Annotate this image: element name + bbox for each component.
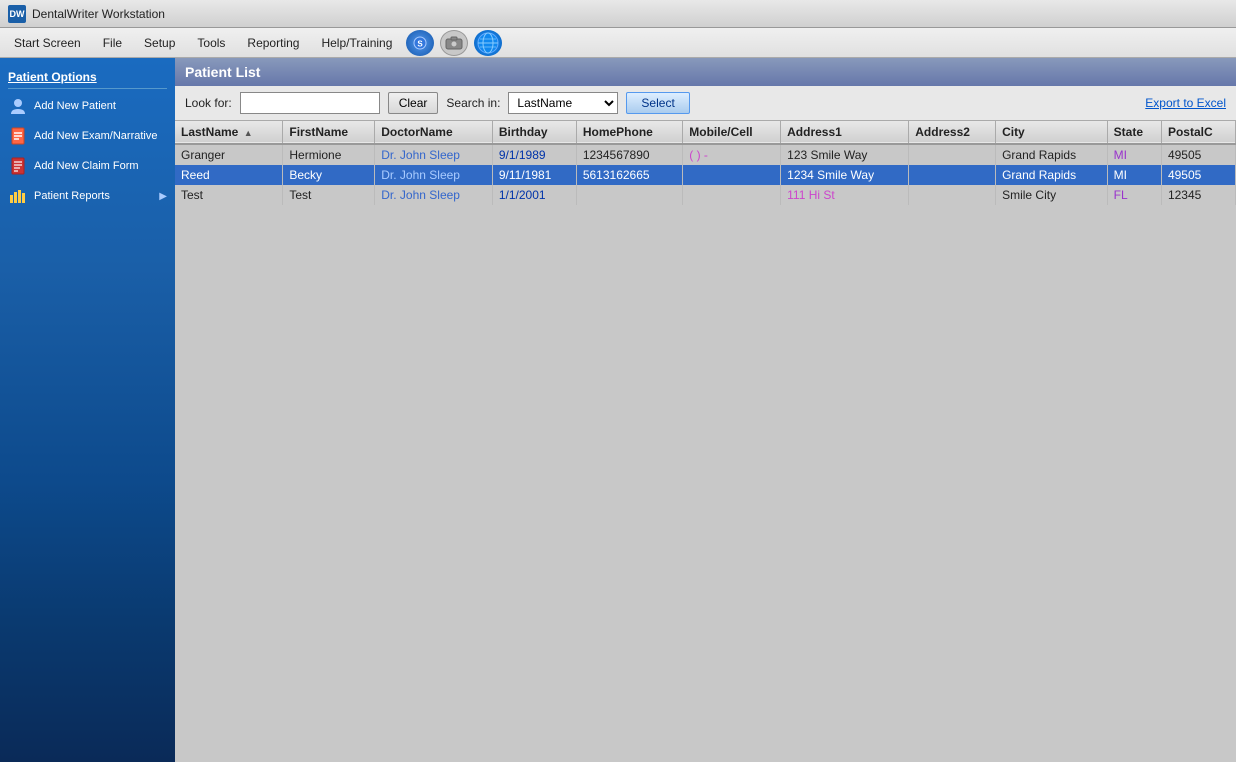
table-cell: 1234 Smile Way bbox=[781, 165, 909, 185]
report-icon bbox=[8, 186, 28, 206]
person-icon bbox=[8, 96, 28, 116]
table-cell: 9/11/1981 bbox=[492, 165, 576, 185]
menu-file[interactable]: File bbox=[93, 32, 132, 54]
table-cell: 5613162665 bbox=[576, 165, 682, 185]
clear-button[interactable]: Clear bbox=[388, 92, 439, 114]
sidebar-divider bbox=[8, 88, 167, 89]
select-button[interactable]: Select bbox=[626, 92, 689, 114]
table-cell bbox=[576, 185, 682, 205]
search-input[interactable] bbox=[240, 92, 380, 114]
menu-help-training[interactable]: Help/Training bbox=[311, 32, 402, 54]
table-cell: Becky bbox=[283, 165, 375, 185]
form-icon bbox=[8, 126, 28, 146]
table-cell bbox=[909, 185, 996, 205]
table-cell bbox=[909, 144, 996, 165]
table-cell: 9/1/1989 bbox=[492, 144, 576, 165]
col-firstname[interactable]: FirstName bbox=[283, 121, 375, 144]
patient-table: LastName ▲ FirstName DoctorName Birthday… bbox=[175, 121, 1236, 762]
table-row[interactable]: GrangerHermioneDr. John Sleep9/1/1989123… bbox=[175, 144, 1236, 165]
title-bar: DW DentalWriter Workstation bbox=[0, 0, 1236, 28]
patient-list-title: Patient List bbox=[185, 64, 260, 80]
table-cell: ( ) - bbox=[683, 144, 781, 165]
svg-text:entalWriter: entalWriter bbox=[158, 525, 165, 708]
patient-data-table: LastName ▲ FirstName DoctorName Birthday… bbox=[175, 121, 1236, 205]
table-cell bbox=[683, 185, 781, 205]
patient-table-body: GrangerHermioneDr. John Sleep9/1/1989123… bbox=[175, 144, 1236, 205]
table-cell: Dr. John Sleep bbox=[375, 165, 493, 185]
app-logo: DW bbox=[8, 5, 26, 23]
table-cell: 1/1/2001 bbox=[492, 185, 576, 205]
search-in-label: Search in: bbox=[446, 96, 500, 110]
sidebar-add-patient-label: Add New Patient bbox=[34, 100, 116, 112]
menu-tools[interactable]: Tools bbox=[187, 32, 235, 54]
camera-icon[interactable] bbox=[440, 30, 468, 56]
look-for-label: Look for: bbox=[185, 96, 232, 110]
sidebar-patient-reports-label: Patient Reports bbox=[34, 190, 110, 202]
table-cell bbox=[909, 165, 996, 185]
table-row[interactable]: TestTestDr. John Sleep1/1/2001111 Hi StS… bbox=[175, 185, 1236, 205]
table-cell: 123 Smile Way bbox=[781, 144, 909, 165]
table-cell: Grand Rapids bbox=[996, 144, 1108, 165]
table-cell: Smile City bbox=[996, 185, 1108, 205]
sidebar-section-title: Patient Options bbox=[0, 66, 175, 86]
table-cell: 111 Hi St bbox=[781, 185, 909, 205]
col-doctorname[interactable]: DoctorName bbox=[375, 121, 493, 144]
globe-icon[interactable] bbox=[474, 30, 502, 56]
col-address2[interactable]: Address2 bbox=[909, 121, 996, 144]
table-cell: 1234567890 bbox=[576, 144, 682, 165]
sidebar-item-add-exam[interactable]: Add New Exam/Narrative bbox=[0, 121, 175, 151]
col-lastname[interactable]: LastName ▲ bbox=[175, 121, 283, 144]
table-cell: 12345 bbox=[1161, 185, 1235, 205]
table-cell: Dr. John Sleep bbox=[375, 144, 493, 165]
table-cell: Test bbox=[175, 185, 283, 205]
sidebar: Patient Options Add New Patient bbox=[0, 58, 175, 762]
sidebar-add-exam-label: Add New Exam/Narrative bbox=[34, 130, 158, 142]
menu-setup[interactable]: Setup bbox=[134, 32, 185, 54]
sidebar-item-add-claim[interactable]: Add New Claim Form bbox=[0, 151, 175, 181]
sidebar-item-add-patient[interactable]: Add New Patient bbox=[0, 91, 175, 121]
patient-list-header: Patient List bbox=[175, 58, 1236, 86]
table-cell: Hermione bbox=[283, 144, 375, 165]
table-cell: 49505 bbox=[1161, 165, 1235, 185]
col-city[interactable]: City bbox=[996, 121, 1108, 144]
svg-text:S: S bbox=[418, 39, 424, 48]
col-address1[interactable]: Address1 bbox=[781, 121, 909, 144]
table-cell: Reed bbox=[175, 165, 283, 185]
claim-icon bbox=[8, 156, 28, 176]
table-cell: MI bbox=[1107, 165, 1161, 185]
sidebar-logo-decoration: entalWriter bbox=[5, 492, 165, 742]
table-cell: Test bbox=[283, 185, 375, 205]
table-cell bbox=[683, 165, 781, 185]
table-cell: Grand Rapids bbox=[996, 165, 1108, 185]
search-bar: Look for: Clear Search in: LastName Firs… bbox=[175, 86, 1236, 121]
sort-arrow-lastname: ▲ bbox=[244, 128, 253, 138]
col-postalcode[interactable]: PostalC bbox=[1161, 121, 1235, 144]
table-cell: Granger bbox=[175, 144, 283, 165]
col-mobilecell[interactable]: Mobile/Cell bbox=[683, 121, 781, 144]
sidebar-add-claim-label: Add New Claim Form bbox=[34, 160, 139, 172]
reports-arrow-icon: ▶ bbox=[159, 191, 167, 202]
table-header-row: LastName ▲ FirstName DoctorName Birthday… bbox=[175, 121, 1236, 144]
menu-start-screen[interactable]: Start Screen bbox=[4, 32, 91, 54]
col-birthday[interactable]: Birthday bbox=[492, 121, 576, 144]
col-homephone[interactable]: HomePhone bbox=[576, 121, 682, 144]
menu-bar: Start Screen File Setup Tools Reporting … bbox=[0, 28, 1236, 58]
table-cell: MI bbox=[1107, 144, 1161, 165]
sidebar-item-patient-reports[interactable]: Patient Reports ▶ bbox=[0, 181, 175, 211]
patient-list-panel: Patient List Look for: Clear Search in: … bbox=[175, 58, 1236, 762]
main-layout: Patient Options Add New Patient bbox=[0, 58, 1236, 762]
app-title: DentalWriter Workstation bbox=[32, 7, 165, 21]
safe-mode-icon[interactable]: S bbox=[406, 30, 434, 56]
table-row[interactable]: ReedBeckyDr. John Sleep9/11/198156131626… bbox=[175, 165, 1236, 185]
table-cell: FL bbox=[1107, 185, 1161, 205]
export-to-excel-link[interactable]: Export to Excel bbox=[1145, 96, 1226, 110]
content-area: Patient List Look for: Clear Search in: … bbox=[175, 58, 1236, 762]
search-dropdown[interactable]: LastName FirstName DoctorName Birthday bbox=[508, 92, 618, 114]
table-cell: Dr. John Sleep bbox=[375, 185, 493, 205]
col-state[interactable]: State bbox=[1107, 121, 1161, 144]
menu-reporting[interactable]: Reporting bbox=[237, 32, 309, 54]
table-cell: 49505 bbox=[1161, 144, 1235, 165]
